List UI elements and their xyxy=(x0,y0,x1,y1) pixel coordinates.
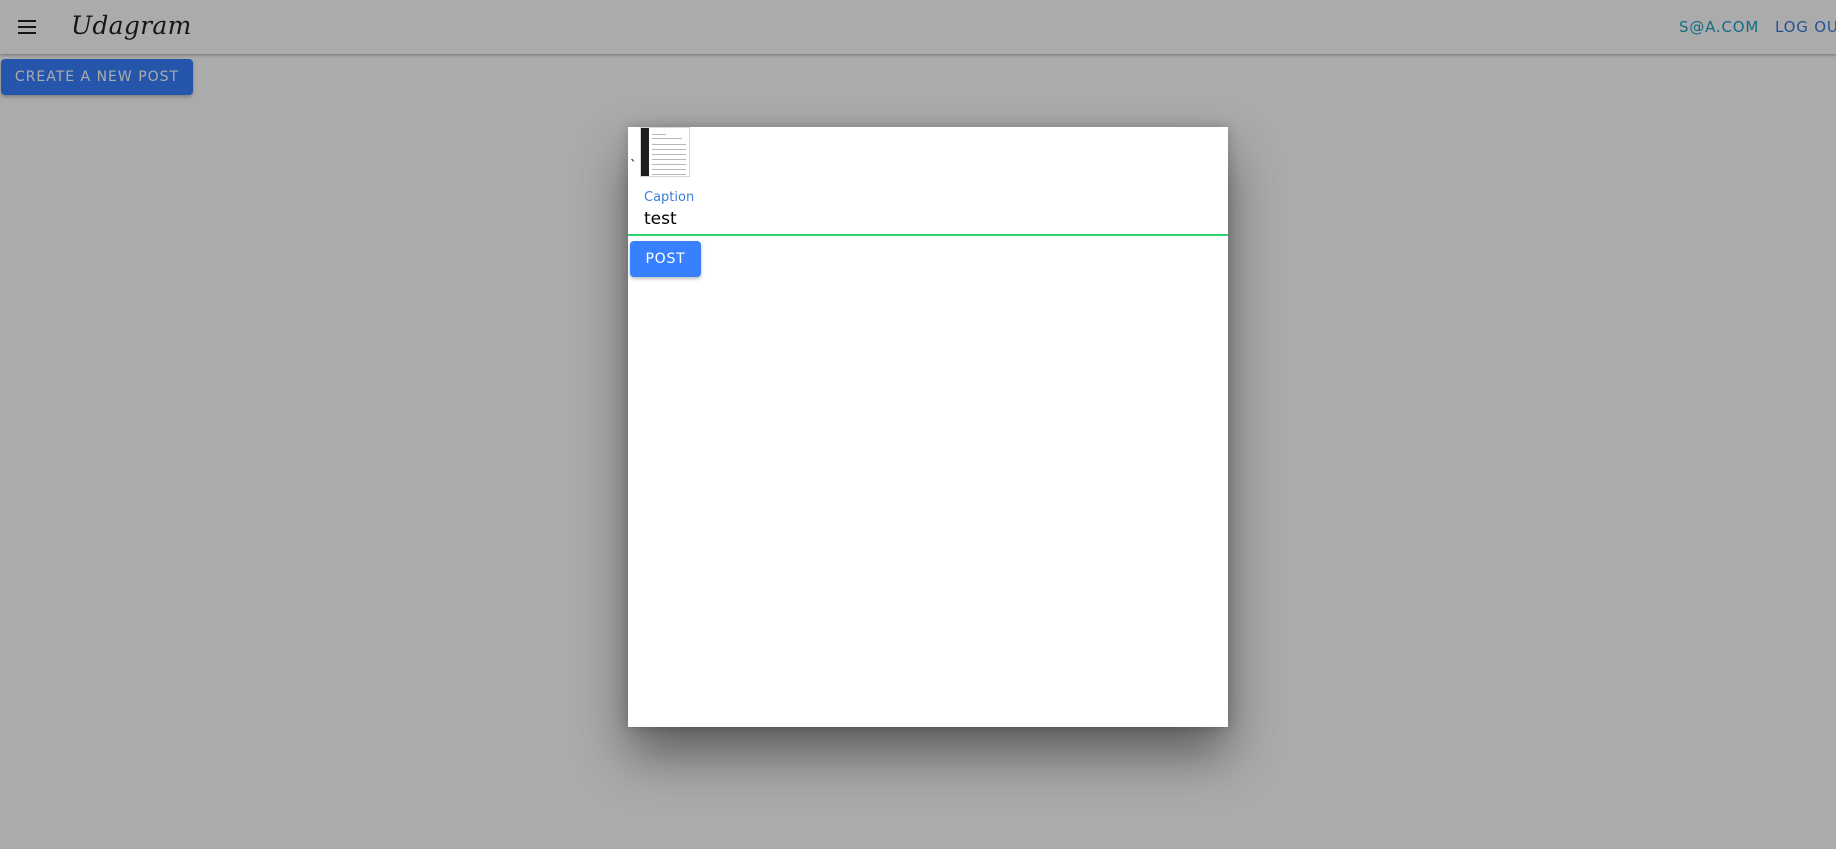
post-button[interactable]: POST xyxy=(630,241,701,277)
caption-input[interactable] xyxy=(644,207,1204,231)
stray-text: ` xyxy=(630,159,637,174)
image-preview-thumbnail xyxy=(640,127,690,177)
new-post-modal: ` Caption POST xyxy=(628,127,1228,727)
caption-underline xyxy=(628,234,1228,236)
caption-label: Caption xyxy=(644,190,695,205)
